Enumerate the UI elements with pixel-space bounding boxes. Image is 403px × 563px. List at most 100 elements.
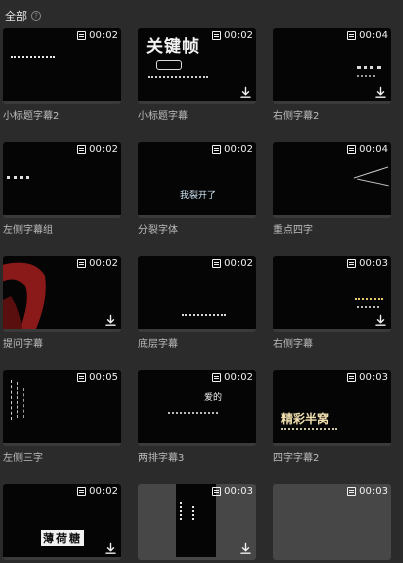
template-label: 小标题字幕2 — [3, 111, 60, 120]
template-card[interactable]: 00:04 重点四字 — [273, 142, 391, 234]
duration-text: 00:03 — [359, 486, 388, 497]
template-card[interactable]: 00:04 右侧字幕2 — [273, 28, 391, 120]
duration-badge: 00:04 — [347, 30, 388, 41]
template-card[interactable]: 00:03 — [273, 484, 391, 560]
template-card[interactable]: 00:02 左侧字幕组 — [3, 142, 121, 234]
duration-badge: 00:03 — [347, 258, 388, 269]
template-card[interactable]: 关键帧 00:02 小标题字幕 — [138, 28, 256, 120]
download-icon[interactable] — [104, 312, 117, 326]
template-card[interactable]: 我裂开了 00:02 分裂字体 — [138, 142, 256, 234]
template-card[interactable]: 爱的 00:02 两排字幕3 — [138, 370, 256, 462]
download-icon[interactable] — [374, 84, 387, 98]
preview-ray — [357, 178, 389, 187]
template-label: 小标题字幕 — [138, 111, 188, 120]
preview-ray — [353, 166, 389, 179]
template-card[interactable]: 精彩半窝 00:03 四字字幕2 — [273, 370, 391, 462]
duration-text: 00:02 — [89, 30, 118, 41]
preview-row-line — [168, 412, 218, 414]
template-label: 右侧字幕 — [273, 339, 313, 348]
duration-badge: 00:03 — [347, 372, 388, 383]
subtitle-doc-icon — [347, 487, 357, 496]
template-card[interactable]: 00:02 底层字幕 — [138, 256, 256, 348]
template-thumbnail[interactable]: 00:04 — [273, 28, 391, 104]
duration-badge: 00:03 — [347, 486, 388, 497]
preview-right-subtext — [357, 306, 379, 308]
preview-four-char-text: 精彩半窝 — [281, 412, 330, 426]
category-title: 全部 — [5, 10, 27, 23]
template-thumbnail[interactable]: 00:03 — [138, 484, 256, 560]
preview-line — [23, 388, 24, 418]
template-card[interactable]: 00:03 — [138, 484, 256, 560]
template-thumbnail[interactable]: 00:03 — [273, 484, 391, 560]
preview-low-text — [182, 314, 226, 316]
subtitle-doc-icon — [347, 145, 357, 154]
duration-text: 00:02 — [89, 144, 118, 155]
subtitle-doc-icon — [77, 373, 87, 382]
download-icon[interactable] — [239, 84, 252, 98]
template-label: 提问字幕 — [3, 339, 43, 348]
template-label: 右侧字幕2 — [273, 111, 320, 120]
duration-badge: 00:02 — [212, 30, 253, 41]
template-thumbnail[interactable]: 00:02 — [3, 142, 121, 218]
template-card[interactable]: 00:02 提问字幕 — [3, 256, 121, 348]
template-thumbnail[interactable]: 关键帧 00:02 — [138, 28, 256, 104]
template-card[interactable]: 00:05 左侧三字 — [3, 370, 121, 462]
duration-badge: 00:02 — [212, 372, 253, 383]
duration-text: 00:02 — [89, 258, 118, 269]
template-card[interactable]: 薄荷糖 00:02 — [3, 484, 121, 560]
template-thumbnail[interactable]: 爱的 00:02 — [138, 370, 256, 446]
subtitle-doc-icon — [212, 31, 222, 40]
duration-badge: 00:02 — [212, 258, 253, 269]
preview-line — [11, 380, 12, 420]
template-grid: 00:02 小标题字幕2 关键帧 00:02 小标题字幕 00:04 右侧字幕2 00:02 左… — [3, 28, 391, 560]
text-template-panel: 全部 ? 00:02 小标题字幕2 关键帧 00:02 小标题字幕 00:04 右侧字幕2 0… — [0, 0, 403, 563]
duration-text: 00:04 — [359, 144, 388, 155]
duration-badge: 00:05 — [77, 372, 118, 383]
template-thumbnail[interactable]: 薄荷糖 00:02 — [3, 484, 121, 560]
duration-text: 00:02 — [224, 372, 253, 383]
preview-strip — [176, 484, 216, 557]
template-label: 两排字幕3 — [138, 453, 185, 462]
template-label: 底层字幕 — [138, 339, 178, 348]
subtitle-doc-icon — [212, 373, 222, 382]
template-thumbnail[interactable]: 00:02 — [3, 28, 121, 104]
download-icon[interactable] — [104, 540, 117, 554]
question-circle-icon[interactable]: ? — [31, 11, 41, 21]
preview-subtitle-box — [156, 60, 182, 70]
category-header: 全部 ? — [5, 8, 41, 24]
preview-right-subtext — [357, 75, 375, 77]
preview-right-text — [357, 66, 381, 73]
preview-line — [17, 382, 18, 418]
preview-vertical-text — [192, 506, 200, 520]
template-card[interactable]: 00:02 小标题字幕2 — [3, 28, 121, 120]
template-thumbnail[interactable]: 00:02 — [3, 256, 121, 332]
subtitle-doc-icon — [212, 259, 222, 268]
duration-text: 00:04 — [359, 30, 388, 41]
duration-text: 00:02 — [89, 486, 118, 497]
preview-vertical-text — [180, 502, 188, 520]
duration-text: 00:03 — [359, 372, 388, 383]
template-thumbnail[interactable]: 00:02 — [138, 256, 256, 332]
template-label: 重点四字 — [273, 225, 313, 234]
preview-dots — [11, 56, 55, 59]
duration-text: 00:02 — [224, 258, 253, 269]
preview-right-yellow-text — [355, 298, 383, 300]
duration-badge: 00:02 — [77, 30, 118, 41]
template-card[interactable]: 00:03 右侧字幕 — [273, 256, 391, 348]
template-thumbnail[interactable]: 00:05 — [3, 370, 121, 446]
subtitle-doc-icon — [347, 31, 357, 40]
template-thumbnail[interactable]: 00:04 — [273, 142, 391, 218]
template-thumbnail[interactable]: 精彩半窝 00:03 — [273, 370, 391, 446]
preview-left-text — [7, 176, 29, 182]
download-icon[interactable] — [239, 540, 252, 554]
duration-badge: 00:02 — [77, 144, 118, 155]
template-label: 左侧字幕组 — [3, 225, 53, 234]
subtitle-doc-icon — [77, 31, 87, 40]
subtitle-doc-icon — [347, 373, 357, 382]
download-icon[interactable] — [374, 312, 387, 326]
template-thumbnail[interactable]: 我裂开了 00:02 — [138, 142, 256, 218]
subtitle-doc-icon — [347, 259, 357, 268]
duration-badge: 00:02 — [212, 144, 253, 155]
template-thumbnail[interactable]: 00:03 — [273, 256, 391, 332]
preview-center-text: 我裂开了 — [180, 191, 217, 201]
